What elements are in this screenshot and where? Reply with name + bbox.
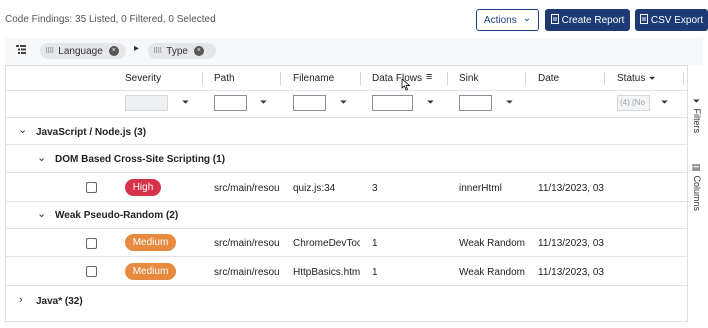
filters-tab[interactable]: ⏷ Filters	[692, 97, 702, 133]
grid-header: Severity Path Filename Data Flows ≡ Sink…	[6, 66, 687, 91]
group-toggle-icon[interactable]	[16, 44, 26, 57]
path-filter-input[interactable]	[214, 95, 247, 111]
group-chip-language[interactable]: ⠿⠿ Language ×	[40, 43, 126, 59]
group-row-language[interactable]: › Java* (32)	[6, 286, 687, 315]
group-label: JavaScript / Node.js (3)	[36, 127, 147, 138]
path-cell: src/main/resou	[214, 238, 280, 249]
top-bar: Code Findings: 35 Listed, 0 Filtered, 0 …	[0, 0, 708, 38]
csv-export-button[interactable]: CSV Export	[635, 9, 708, 31]
document-icon	[550, 14, 559, 26]
group-label: DOM Based Cross-Site Scripting (1)	[55, 154, 226, 165]
funnel-icon[interactable]: ⏷	[661, 97, 668, 108]
findings-summary: Code Findings: 35 Listed, 0 Filtered, 0 …	[5, 14, 216, 25]
mouse-cursor-icon	[401, 78, 411, 91]
row-checkbox[interactable]	[86, 266, 97, 277]
chevron-down-icon[interactable]: ⌄	[37, 207, 46, 220]
funnel-icon[interactable]: ⏷	[182, 97, 189, 108]
sink-filter-input[interactable]	[459, 95, 492, 111]
arrow-right-icon: ▸	[134, 43, 140, 54]
chevron-down-icon[interactable]: ⌄	[37, 151, 46, 164]
row-group-bar: ⠿⠿ Language × ▸ ⠿⠿ Type ×	[5, 38, 703, 65]
chevron-down-icon[interactable]: ⌄	[18, 123, 27, 136]
menu-icon[interactable]: ≡	[426, 71, 432, 83]
column-resizer[interactable]	[683, 72, 684, 85]
data-flows-cell: 3	[372, 183, 378, 194]
column-header-filename[interactable]: Filename	[293, 73, 334, 84]
actions-label: Actions	[483, 14, 517, 26]
column-header-sink[interactable]: Sink	[459, 73, 478, 84]
close-icon[interactable]: ×	[193, 46, 204, 56]
sink-cell: Weak Random	[459, 238, 525, 249]
status-filter-input[interactable]: (4) (No	[617, 95, 650, 111]
create-report-label: Create Report	[561, 14, 625, 26]
csv-export-label: CSV Export	[650, 14, 704, 26]
columns-icon: ▤	[692, 163, 702, 173]
group-chip-type[interactable]: ⠿⠿ Type ×	[148, 43, 216, 59]
column-resizer[interactable]	[604, 72, 605, 85]
filters-tab-label: Filters	[692, 108, 702, 134]
column-resizer[interactable]	[447, 72, 448, 85]
group-label: Java* (32)	[36, 296, 83, 307]
data-flows-cell: 1	[372, 238, 378, 249]
chevron-down-icon: ⌄	[522, 12, 532, 24]
table-row[interactable]: Medium src/main/resou HttpBasics.html 1 …	[6, 257, 687, 286]
funnel-icon[interactable]: ⏷	[506, 97, 513, 108]
funnel-icon[interactable]: ⏷	[340, 97, 347, 108]
row-checkbox[interactable]	[86, 238, 97, 249]
close-icon[interactable]: ×	[108, 46, 119, 56]
severity-badge: Medium	[125, 234, 176, 251]
date-cell: 11/13/2023, 03:	[538, 238, 604, 249]
column-header-path[interactable]: Path	[214, 73, 235, 84]
funnel-icon[interactable]: ⏷	[427, 97, 434, 108]
filename-cell: quiz.js:34	[293, 183, 336, 194]
severity-badge: High	[125, 179, 161, 196]
column-header-data-flows[interactable]: Data Flows	[372, 73, 422, 84]
filename-filter-input[interactable]	[293, 95, 326, 111]
group-chip-label: Language	[58, 45, 103, 57]
column-header-date[interactable]: Date	[538, 73, 559, 84]
column-resizer[interactable]	[525, 72, 526, 85]
column-resizer[interactable]	[202, 72, 203, 85]
side-panel: ⏷ Filters ▤ Columns	[687, 65, 708, 322]
filter-row: ⏷ ⏷ ⏷ ⏷ ⏷ (4) (No ⏷	[6, 91, 687, 118]
table-row[interactable]: Medium src/main/resou ChromeDevTool 1 We…	[6, 229, 687, 257]
column-resizer[interactable]	[360, 72, 361, 85]
path-cell: src/main/resou	[214, 183, 280, 194]
sink-cell: Weak Random	[459, 267, 525, 278]
table-row[interactable]: High src/main/resou quiz.js:34 3 innerHt…	[6, 173, 687, 202]
columns-tab-label: Columns	[692, 175, 702, 212]
actions-button[interactable]: Actions ⌄	[476, 9, 539, 31]
group-row-type[interactable]: ⌄ Weak Pseudo-Random (2)	[6, 202, 687, 229]
sink-cell: innerHtml	[459, 183, 502, 194]
data-flows-filter-input[interactable]	[372, 95, 413, 111]
funnel-icon[interactable]: ⏷	[260, 97, 267, 108]
date-cell: 11/13/2023, 03:	[538, 183, 604, 194]
column-resizer[interactable]	[280, 72, 281, 85]
path-cell: src/main/resou	[214, 267, 280, 278]
findings-grid: Severity Path Filename Data Flows ≡ Sink…	[5, 65, 687, 322]
severity-filter-input[interactable]	[125, 95, 168, 111]
filename-cell: ChromeDevTool	[293, 238, 360, 249]
column-header-severity[interactable]: Severity	[125, 73, 161, 84]
document-icon	[639, 14, 648, 26]
columns-tab[interactable]: ▤ Columns	[692, 163, 702, 211]
severity-badge: Medium	[125, 263, 176, 280]
row-checkbox[interactable]	[86, 182, 97, 193]
data-flows-cell: 1	[372, 267, 378, 278]
create-report-button[interactable]: Create Report	[545, 9, 630, 31]
chevron-right-icon[interactable]: ›	[19, 294, 23, 306]
group-label: Weak Pseudo-Random (2)	[55, 210, 179, 221]
group-row-language[interactable]: ⌄ JavaScript / Node.js (3)	[6, 118, 687, 145]
funnel-icon[interactable]: ⏷	[649, 74, 655, 84]
group-row-type[interactable]: ⌄ DOM Based Cross-Site Scripting (1)	[6, 145, 687, 173]
funnel-icon: ⏷	[692, 97, 702, 106]
group-chip-label: Type	[166, 45, 188, 57]
drag-handle-icon[interactable]: ⠿⠿	[153, 47, 162, 55]
drag-handle-icon[interactable]: ⠿⠿	[45, 47, 54, 55]
filename-cell: HttpBasics.html	[293, 267, 360, 278]
date-cell: 11/13/2023, 03:	[538, 267, 604, 278]
column-header-status[interactable]: Status	[617, 73, 645, 84]
